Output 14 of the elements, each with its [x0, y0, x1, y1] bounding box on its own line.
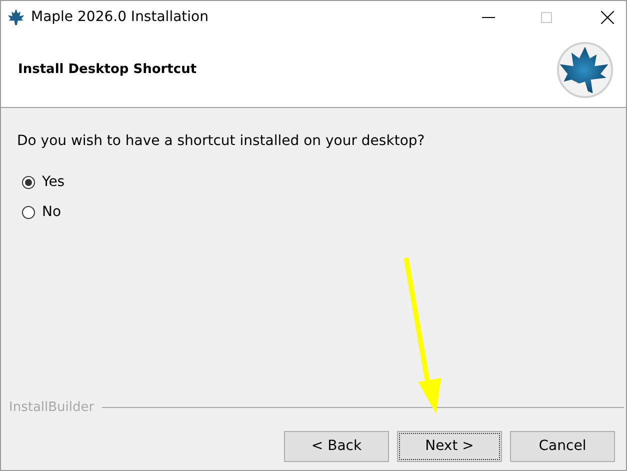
window-title: Maple 2026.0 Installation	[31, 8, 208, 26]
close-icon[interactable]	[601, 10, 614, 24]
page-heading: Install Desktop Shortcut	[18, 61, 197, 80]
maple-leaf-icon	[7, 8, 25, 26]
dialog-button[interactable]: < Back	[284, 431, 389, 462]
dialog-button[interactable]: Cancel	[510, 431, 615, 462]
maple-logo-icon	[556, 41, 614, 99]
radio-button[interactable]	[22, 176, 35, 189]
dialog-button[interactable]: Next >	[397, 431, 502, 462]
radio-button[interactable]	[22, 206, 35, 219]
option-label[interactable]: Yes	[42, 172, 65, 193]
question-text: Do you wish to have a shortcut installed on your desktop?	[17, 132, 426, 151]
installer-brand-label: InstallBuilder	[9, 398, 94, 416]
option-label[interactable]: No	[42, 202, 62, 223]
